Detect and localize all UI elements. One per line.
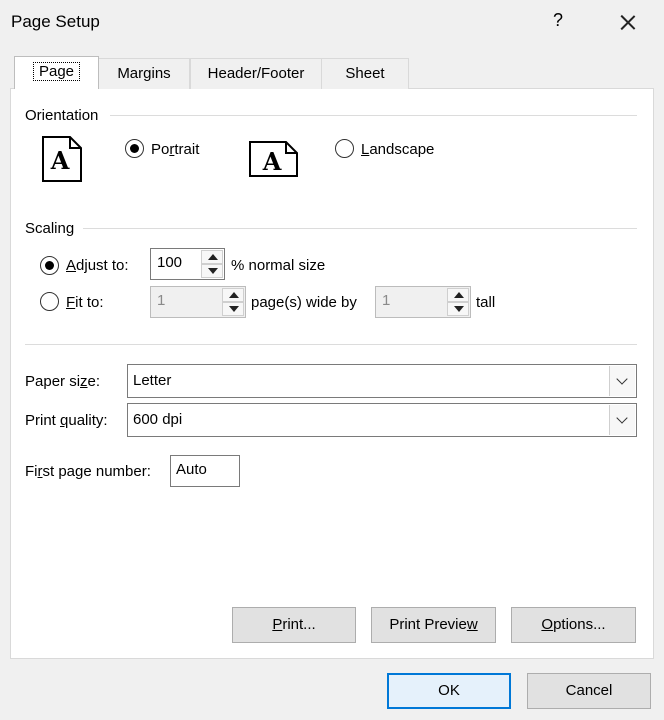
- tab-sheet-label: Sheet: [345, 65, 385, 82]
- orientation-separator: [110, 115, 637, 116]
- tab-margins-label: Margins: [117, 65, 171, 82]
- print-quality-value: 600 dpi: [133, 411, 183, 428]
- adjust-to-spinner[interactable]: 100: [150, 248, 225, 280]
- fit-to-tall-spinner[interactable]: 1: [375, 286, 471, 318]
- scaling-separator: [83, 228, 637, 229]
- paper-size-value: Letter: [133, 372, 172, 389]
- tab-page-label: Page: [32, 62, 81, 81]
- first-page-number-value[interactable]: Auto: [176, 461, 207, 478]
- scaling-bottom-separator: [25, 344, 637, 345]
- print-quality-label: Print quality:: [25, 412, 108, 429]
- tab-sheet[interactable]: Sheet: [321, 58, 409, 89]
- portrait-page-icon: A: [42, 136, 82, 182]
- first-page-number-label: First page number:: [25, 463, 151, 480]
- dialog-title: Page Setup: [11, 12, 100, 31]
- print-preview-button[interactable]: Print Preview: [371, 607, 496, 643]
- paper-size-label: Paper size:: [25, 373, 101, 390]
- ok-button[interactable]: OK: [387, 673, 511, 709]
- adjust-to-label[interactable]: Adjust to:: [66, 257, 129, 274]
- adjust-to-value[interactable]: 100: [157, 254, 182, 271]
- fit-to-tall-suffix: tall: [476, 294, 496, 311]
- fit-to-wide-value[interactable]: 1: [157, 292, 165, 309]
- tab-page[interactable]: Page: [14, 56, 99, 89]
- fit-to-wide-suffix: page(s) wide by: [251, 294, 357, 311]
- fit-to-tall-value[interactable]: 1: [382, 292, 390, 309]
- print-button[interactable]: Print...: [232, 607, 356, 643]
- help-button[interactable]: ?: [548, 10, 568, 34]
- cancel-button[interactable]: Cancel: [527, 673, 651, 709]
- close-icon[interactable]: [614, 8, 642, 36]
- print-quality-select[interactable]: 600 dpi: [127, 403, 637, 437]
- orientation-group-label: Orientation: [25, 107, 99, 124]
- landscape-label[interactable]: Landscape: [361, 141, 434, 158]
- portrait-label[interactable]: Portrait: [151, 141, 199, 158]
- chevron-down-icon[interactable]: [609, 366, 635, 396]
- tab-header-footer[interactable]: Header/Footer: [190, 58, 322, 89]
- landscape-page-icon: A: [249, 141, 298, 177]
- spin-down-icon[interactable]: [201, 264, 223, 278]
- tab-margins[interactable]: Margins: [98, 58, 190, 89]
- landscape-radio[interactable]: [335, 139, 354, 158]
- spin-up-icon[interactable]: [447, 288, 469, 302]
- fit-to-radio[interactable]: [40, 292, 59, 311]
- svg-text:A: A: [262, 147, 282, 176]
- first-page-number-input[interactable]: Auto: [170, 455, 240, 487]
- svg-text:A: A: [50, 146, 70, 175]
- fit-to-label[interactable]: Fit to:: [66, 294, 104, 311]
- paper-size-select[interactable]: Letter: [127, 364, 637, 398]
- options-button[interactable]: Options...: [511, 607, 636, 643]
- spin-up-icon[interactable]: [201, 250, 223, 264]
- scaling-group-label: Scaling: [25, 220, 75, 237]
- spin-down-icon[interactable]: [222, 302, 244, 316]
- adjust-to-radio[interactable]: [40, 256, 59, 275]
- fit-to-wide-spinner[interactable]: 1: [150, 286, 246, 318]
- adjust-to-suffix: % normal size: [231, 257, 326, 274]
- tab-header-footer-label: Header/Footer: [207, 65, 305, 82]
- spin-down-icon[interactable]: [447, 302, 469, 316]
- spin-up-icon[interactable]: [222, 288, 244, 302]
- portrait-radio[interactable]: [125, 139, 144, 158]
- chevron-down-icon[interactable]: [609, 405, 635, 435]
